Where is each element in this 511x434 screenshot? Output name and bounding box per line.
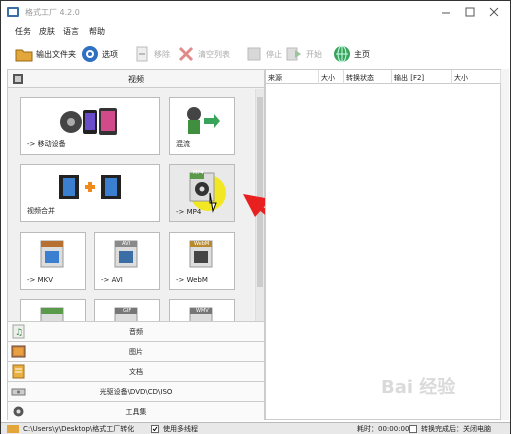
column-output-size[interactable]: 大小 (452, 70, 501, 84)
folder-icon (15, 49, 33, 62)
menu-task[interactable]: 任务 (15, 26, 31, 37)
menu-skin[interactable]: 皮肤 (39, 26, 55, 37)
category-optical-device[interactable]: 光驱设备\DVD\CD\ISO (8, 381, 264, 401)
tile-avi-label: -> AVI (101, 276, 123, 284)
task-list-scrollbar[interactable] (501, 69, 509, 420)
start-button[interactable]: 开始 (285, 43, 322, 65)
gif-badge: GIF (123, 308, 132, 314)
tile-mp4-label: -> MP4 (176, 208, 202, 216)
tile-mobile-device[interactable]: -> 移动设备 (20, 97, 160, 155)
avi-badge: AVI (122, 241, 130, 247)
multithread-checkbox[interactable] (151, 425, 159, 433)
clear-list-icon (178, 46, 194, 62)
options-icon (82, 46, 98, 62)
maximize-icon[interactable] (462, 5, 478, 19)
menu-help[interactable]: 帮助 (89, 26, 105, 37)
format-factory-window: 格式工厂 4.2.0 任务 皮肤 语言 帮助 输出文件夹 选项 移除 清空列表 (0, 0, 511, 434)
stop-button[interactable]: 停止 (245, 43, 282, 65)
window-title: 格式工厂 4.2.0 (25, 8, 80, 17)
video-category-header[interactable]: 视频 (8, 70, 264, 88)
remove-button[interactable]: 移除 (133, 43, 170, 65)
shutdown-checkbox[interactable] (409, 425, 417, 433)
category-optical-device-label: 光驱设备\DVD\CD\ISO (99, 388, 173, 396)
category-audio-label: 音频 (129, 328, 143, 336)
watermark: Bai 经验 (381, 377, 456, 398)
output-folder-label: 输出文件夹 (36, 49, 76, 59)
tile-format-row4-1[interactable] (20, 299, 86, 321)
status-bar: C:\Users\y\Desktop\格式工厂转化 使用多线程 耗时：00:00… (1, 422, 510, 434)
tile-mobile-device-label: -> 移动设备 (27, 140, 66, 148)
tile-gif[interactable]: GIF (94, 299, 160, 321)
globe-icon (334, 45, 350, 63)
stop-label: 停止 (266, 49, 282, 59)
tile-webm[interactable]: WebM -> WebM (169, 232, 235, 290)
column-output[interactable]: 输出 [F2] (392, 70, 452, 84)
category-toolset[interactable]: 工具集 (8, 401, 264, 421)
column-source[interactable]: 来源 (266, 70, 319, 84)
output-folder-button[interactable]: 输出文件夹 (15, 43, 76, 65)
options-label: 选项 (102, 49, 118, 59)
tile-video-join[interactable]: 视频合并 (20, 164, 160, 222)
tile-mux-label: 混流 (176, 140, 190, 148)
video-join-icon (59, 175, 121, 199)
category-toolset-label: 工具集 (125, 408, 147, 416)
tile-mkv[interactable]: -> MKV (20, 232, 86, 290)
close-icon[interactable] (486, 5, 502, 19)
mp4-icon (189, 172, 226, 213)
category-picture-label: 图片 (129, 348, 143, 356)
folder-small-icon (7, 425, 19, 433)
video-tile-grid: -> 移动设备 混流 视频合并 MP4 -> MP4 -> MKV AVI ->… (8, 89, 254, 321)
category-document-label: 文档 (129, 368, 143, 376)
title-bar: 格式工厂 4.2.0 (1, 1, 510, 23)
tile-avi[interactable]: AVI -> AVI (94, 232, 160, 290)
options-button[interactable]: 选项 (81, 43, 118, 65)
remove-label: 移除 (154, 49, 170, 59)
task-list: 来源 大小 转换状态 输出 [F2] 大小 (265, 69, 501, 420)
clear-list-button[interactable]: 清空列表 (177, 43, 230, 65)
video-format-icon (40, 307, 64, 321)
mux-icon (187, 107, 220, 134)
stop-icon (247, 47, 261, 61)
category-picture[interactable]: 图片 (8, 341, 264, 361)
toolbar: 输出文件夹 选项 移除 清空列表 停止 开始 主页 (1, 41, 510, 67)
start-label: 开始 (306, 49, 322, 59)
home-button[interactable]: 主页 (333, 43, 370, 65)
category-document[interactable]: 文档 (8, 361, 264, 381)
column-status[interactable]: 转换状态 (344, 70, 392, 84)
app-icon (7, 7, 19, 17)
remove-icon (136, 46, 148, 62)
mobile-device-icon (60, 108, 117, 135)
video-category-label: 视频 (128, 75, 144, 84)
tile-mkv-label: -> MKV (27, 276, 54, 284)
menu-bar: 任务 皮肤 语言 帮助 (1, 25, 510, 39)
wmv-badge: WMV (196, 308, 209, 314)
column-size[interactable]: 大小 (319, 70, 344, 84)
tile-wmv[interactable]: WMV (169, 299, 235, 321)
start-icon (286, 47, 301, 61)
tile-video-join-label: 视频合并 (27, 207, 55, 215)
home-label: 主页 (354, 49, 370, 59)
tile-webm-label: -> WebM (176, 276, 208, 284)
mkv-icon (40, 240, 64, 268)
category-audio[interactable]: ♫ 音频 (8, 321, 264, 341)
webm-badge: WebM (194, 241, 210, 247)
minimize-icon[interactable] (438, 5, 454, 19)
mp4-badge: MP4 (193, 170, 204, 176)
tile-mux[interactable]: 混流 (169, 97, 235, 155)
tile-mp4[interactable]: MP4 -> MP4 (169, 164, 235, 222)
function-panel: 视频 -> 移动设备 混流 视频合并 MP4 -> MP4 -> MKV AVI… (7, 69, 265, 421)
clear-list-label: 清空列表 (198, 49, 230, 59)
menu-language[interactable]: 语言 (63, 26, 79, 37)
check-icon (152, 426, 158, 432)
